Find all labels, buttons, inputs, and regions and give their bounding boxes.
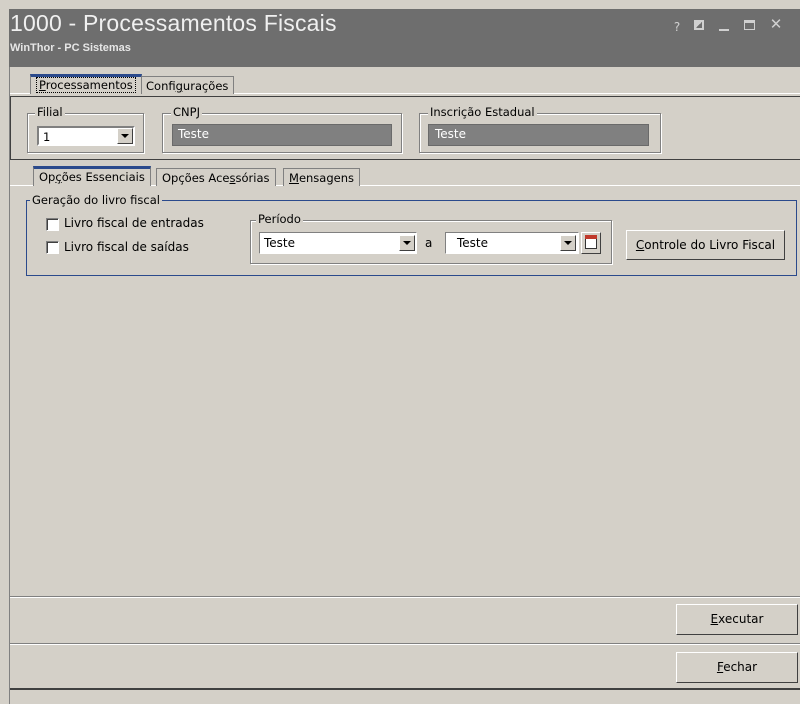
periodo-inicio-value: Teste [264,236,296,250]
tab-label-text: Op [39,170,56,184]
tab-label-text: urações [182,79,229,93]
tab-label-text: Opções Ace [162,171,230,185]
livro-saidas-checkbox[interactable] [46,241,59,254]
tab-label-text: rocessamentos [45,78,133,92]
cnpj-label: CNPJ [171,105,202,119]
tab-configuracoes[interactable]: Configurações [140,76,235,94]
tab-label-text: ões Essenciais [61,170,145,184]
divider [10,597,800,598]
chevron-down-icon [564,241,572,245]
filial-value: 1 [43,130,51,144]
minimize-icon[interactable] [719,29,729,31]
maximize-icon[interactable] [744,20,755,30]
calendar-icon-header [585,235,597,239]
fechar-button[interactable]: Fechar [676,652,798,683]
tab-label-text: sórias [235,171,270,185]
cnpj-value: Teste [178,127,210,141]
tab-accelerator: g [175,79,183,93]
tab-processamentos[interactable]: Processamentos [30,74,142,94]
inscricao-label: Inscrição Estadual [428,105,537,119]
tab-label: Processamentos [36,77,136,93]
chevron-down-icon [121,134,129,138]
button-label: ontrole do Livro Fiscal [644,238,776,252]
button-label: xecutar [718,612,764,626]
livro-saidas-label[interactable]: Livro fiscal de saídas [64,240,189,254]
periodo-separator: a [425,236,433,250]
help-icon[interactable]: ? [669,19,685,35]
tab-mensagens[interactable]: Mensagens [283,168,360,186]
button-label: echar [723,660,758,674]
periodo-fim-value: Teste [457,236,489,250]
status-bar [10,688,800,704]
tab-opcoes-acessorias[interactable]: Opções Acessórias [156,168,276,186]
restore-icon[interactable] [694,20,704,30]
inscricao-value: Teste [435,127,467,141]
window-subtitle: WinThor - PC Sistemas [10,42,131,54]
tab-opcoes-essenciais[interactable]: Opções Essenciais [33,166,151,186]
geracao-label: Geração do livro fiscal [30,193,162,207]
divider [10,644,800,645]
button-accelerator: E [710,612,719,626]
tab-label-text: ensagens [298,171,354,185]
filial-label: Filial [35,105,65,119]
tab-accelerator: P [39,78,46,92]
chevron-down-icon [403,241,411,245]
livro-entradas-checkbox[interactable] [46,218,59,231]
periodo-label: Período [256,212,303,226]
livro-entradas-label[interactable]: Livro fiscal de entradas [64,216,204,230]
close-icon[interactable]: ✕ [768,16,784,32]
executar-button[interactable]: Executar [676,604,798,635]
tab-label-text: Confi [146,79,176,93]
controle-livro-fiscal-button[interactable]: Controle do Livro Fiscal [626,230,785,260]
tab-accelerator: M [289,171,299,185]
window-title: 1000 - Processamentos Fiscais [10,10,337,36]
